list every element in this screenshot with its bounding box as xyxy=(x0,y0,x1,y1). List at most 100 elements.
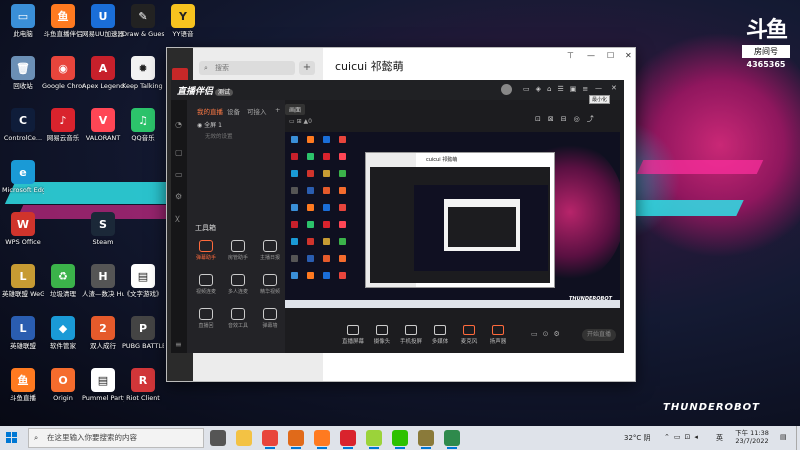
tray-icons[interactable]: ⌃▭⊡◂ xyxy=(664,433,702,441)
settings-icon[interactable]: ⚙ xyxy=(175,192,182,201)
avatar[interactable] xyxy=(501,84,512,95)
ime-indicator[interactable]: 英 xyxy=(716,433,723,443)
desktop-icon[interactable]: 鱼斗鱼直播伴侣 xyxy=(42,4,84,38)
tool-button[interactable]: 房管助手 xyxy=(223,240,253,261)
tab-devices[interactable]: 设备 xyxy=(227,106,240,116)
desktop-icon[interactable]: ▤ Pummel Party xyxy=(82,368,124,402)
preview-app-icon xyxy=(323,187,330,194)
tool-button[interactable]: 多人连麦 xyxy=(223,274,253,295)
show-desktop-button[interactable] xyxy=(796,426,800,450)
desktop-icon[interactable]: C ControlCe... xyxy=(2,108,44,142)
app-icon: ◉ xyxy=(51,56,75,80)
desktop-icon[interactable]: e Microsoft Edge xyxy=(2,160,44,194)
desktop-icon[interactable]: Y YY语音 xyxy=(162,4,204,38)
maximize-icon[interactable]: ☐ xyxy=(607,51,614,60)
toolbar-icons[interactable]: ▭◈⌂☰▣≡ xyxy=(523,85,594,93)
desktop-icon[interactable]: ▤ 《文字游戏》 xyxy=(122,264,164,298)
capture-icon xyxy=(376,325,388,335)
app-icon: Y xyxy=(171,4,195,28)
minimize-icon[interactable]: — xyxy=(595,84,602,92)
pin-icon[interactable]: ⊤ xyxy=(567,51,574,60)
chrome-icon[interactable] xyxy=(262,430,278,449)
desktop-icon[interactable]: ▭ 此电脑 xyxy=(2,4,44,38)
layer-icons[interactable]: ▭ ⊞ ▲0 xyxy=(289,118,312,125)
weather-status[interactable]: 32°C 阴 xyxy=(624,433,651,443)
desktop-icon[interactable]: ◉ Google Chrome xyxy=(42,56,84,90)
desktop-icon[interactable]: W WPS Office xyxy=(2,212,44,246)
tool-button[interactable]: 主播日报 xyxy=(255,240,285,261)
chat-search-input[interactable]: ⌕ 搜索 xyxy=(199,61,295,75)
tool-label: 精华视频 xyxy=(259,289,280,295)
tool-button[interactable]: 直播回 xyxy=(191,308,221,329)
desktop-icon-label: 网易UU加速器 xyxy=(82,30,124,38)
desktop-icon[interactable]: U 网易UU加速器 xyxy=(82,4,124,38)
preview-app-icon xyxy=(323,136,330,143)
desktop-icon-label: Origin xyxy=(53,394,73,402)
start-stream-button[interactable]: 开始直播 xyxy=(582,329,616,341)
desktop-icon[interactable]: ♻ 垃圾清理 xyxy=(42,264,84,298)
wechat-icon[interactable] xyxy=(392,430,408,449)
app-g-icon[interactable] xyxy=(288,430,304,449)
plugin-icon[interactable]: ꭓ xyxy=(175,212,179,223)
desktop-icon[interactable]: L 英雄联盟 xyxy=(2,316,44,350)
desktop-icon[interactable]: P PUBG BATTLEGR... xyxy=(122,316,164,350)
app-icon: 🗑 xyxy=(11,56,35,80)
desktop-icon[interactable]: V VALORANT xyxy=(82,108,124,142)
desktop-icon[interactable]: L 英雄联盟 WeGame版 xyxy=(2,264,44,298)
close-icon[interactable]: ✕ xyxy=(625,51,632,60)
capture-icon xyxy=(405,325,417,335)
add-scene-icon[interactable]: + xyxy=(275,106,280,114)
netease-music-icon[interactable] xyxy=(340,430,356,449)
start-button[interactable] xyxy=(6,432,18,444)
close-icon[interactable]: ✕ xyxy=(611,84,617,92)
desktop-icon[interactable]: 鱼斗鱼直播 xyxy=(2,368,44,402)
preview-app-icon xyxy=(307,153,314,160)
desktop-icon-label: 双人成行 xyxy=(90,342,116,350)
preview-app-icon xyxy=(307,204,314,211)
scene-item[interactable]: ◉ 全屏 1 xyxy=(197,120,222,129)
chat-icon[interactable]: ▢ xyxy=(175,148,183,157)
nested-app-2 xyxy=(448,207,516,247)
tool-button[interactable]: 精华视频 xyxy=(255,274,285,295)
app-green-icon[interactable] xyxy=(366,430,382,449)
desktop-icon[interactable]: 2 双人成行 xyxy=(82,316,124,350)
record-icons[interactable]: ▭⊙⚙ xyxy=(531,330,565,338)
tool-button[interactable]: 音效工具 xyxy=(223,308,253,329)
tab-my-stream[interactable]: 我的直播 xyxy=(197,106,223,116)
desktop-icon[interactable]: O Origin xyxy=(42,368,84,402)
app-icon: L xyxy=(11,316,35,340)
preview-tool-icons[interactable]: ⊡⊠⊟◎⤴ xyxy=(535,114,601,124)
tab-access[interactable]: 可接入 xyxy=(247,106,267,116)
menu-icon[interactable]: ≡ xyxy=(175,340,182,349)
capture-button[interactable]: 扬声器 xyxy=(480,325,516,345)
minimize-icon[interactable]: — xyxy=(587,51,595,60)
app-icon: S xyxy=(91,212,115,236)
desktop-icon[interactable]: R Riot Client xyxy=(122,368,164,402)
tool-button[interactable]: 弹幕墙 xyxy=(255,308,285,329)
app-tent-icon[interactable] xyxy=(418,430,434,449)
file-explorer-icon[interactable] xyxy=(236,430,252,446)
folder-icon[interactable]: ▭ xyxy=(175,170,183,179)
desktop-icon[interactable]: S Steam xyxy=(82,212,124,246)
desktop-icon[interactable]: ♪ 网易云音乐 xyxy=(42,108,84,142)
tool-button[interactable]: 弹幕助手 xyxy=(191,240,221,261)
add-chat-button[interactable]: + xyxy=(299,61,315,75)
preview-app-icon xyxy=(291,136,298,143)
douyu-icon[interactable] xyxy=(314,430,330,449)
desktop-icon[interactable]: H 人渣—数决 Human Fa... xyxy=(82,264,124,298)
desktop-icon[interactable]: ✹ Keep Talking a... xyxy=(122,56,164,90)
taskbar-clock[interactable]: 下午 11:38 23/7/2022 xyxy=(730,429,774,445)
preview-app-icon xyxy=(291,221,298,228)
taskbar-search-input[interactable]: ⌕ 在这里输入你要搜索的内容 xyxy=(28,428,204,448)
desktop-icon[interactable]: ◆ 软件管家 xyxy=(42,316,84,350)
notification-icon[interactable]: ▤ xyxy=(780,433,787,441)
user-icon[interactable]: ◔ xyxy=(175,120,182,129)
desktop-icon[interactable]: 🗑 回收站 xyxy=(2,56,44,90)
desktop-icon[interactable]: ♫ QQ音乐 xyxy=(122,108,164,142)
desktop-icon[interactable]: ✎ Draw & Guess xyxy=(122,4,164,38)
app-pin-icon[interactable] xyxy=(444,430,460,449)
desktop-icon[interactable]: A Apex Legends xyxy=(82,56,124,90)
desktop-icon-label: 软件管家 xyxy=(50,342,76,350)
tool-button[interactable]: 视频连麦 xyxy=(191,274,221,295)
task-view-icon[interactable] xyxy=(210,430,226,446)
